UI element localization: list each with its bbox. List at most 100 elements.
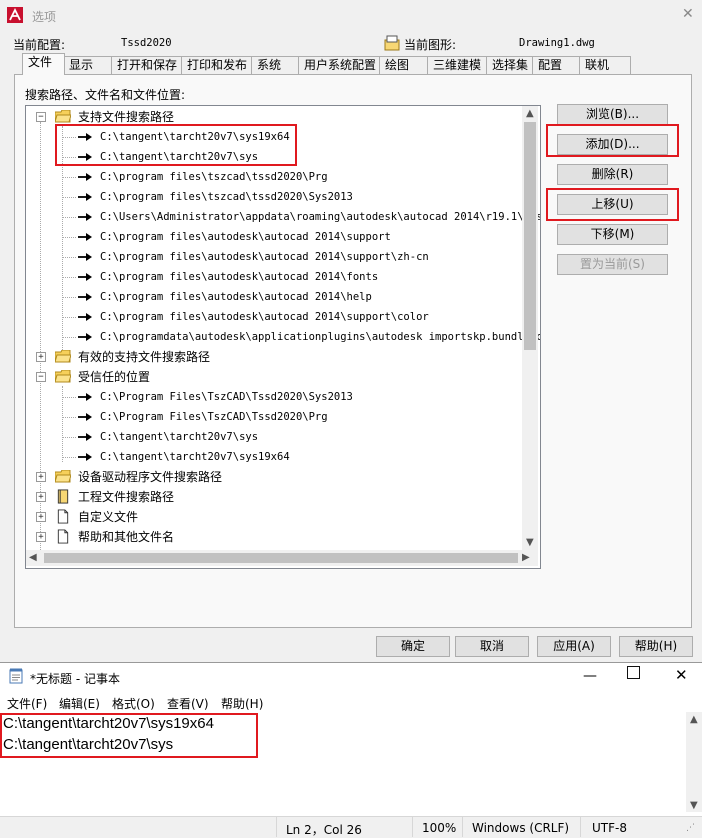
encoding: UTF-8	[592, 821, 627, 835]
expand-icon[interactable]: +	[36, 492, 46, 502]
menu-help[interactable]: 帮助(H)	[221, 695, 263, 712]
cursor-position: Ln 2，Col 26	[286, 823, 362, 837]
tree-path-item[interactable]: C:\program files\autodesk\autocad 2014\s…	[26, 227, 526, 247]
tree-path-item[interactable]: C:\program files\autodesk\autocad 2014\h…	[26, 287, 526, 307]
tree-label: 受信任的位置	[78, 370, 151, 384]
file-icon	[57, 509, 69, 524]
expand-icon[interactable]: +	[36, 472, 46, 482]
highlight-box-paths	[55, 124, 297, 166]
tree-path-item[interactable]: C:\tangent\tarcht20v7\sys	[26, 427, 526, 447]
menu-view[interactable]: 查看(V)	[167, 695, 209, 712]
scroll-down-arrow-icon[interactable]: ▼	[526, 537, 534, 548]
path-text: C:\program files\tszcad\tssd2020\Sys2013	[100, 191, 353, 203]
tree-path-item[interactable]: C:\program files\tszcad\tssd2020\Prg	[26, 167, 526, 187]
menu-format[interactable]: 格式(O)	[112, 695, 155, 712]
path-arrow-icon	[78, 213, 92, 221]
notepad-close-icon[interactable]: ✕	[675, 666, 688, 684]
tree-node-working-support[interactable]: + 有效的支持文件搜索路径	[26, 347, 526, 367]
tree-path-item[interactable]: C:\program files\tszcad\tssd2020\Sys2013	[26, 187, 526, 207]
tree-node-project[interactable]: + 工程文件搜索路径	[26, 487, 526, 507]
tree-vertical-scroll-thumb[interactable]	[524, 122, 536, 350]
move-down-button[interactable]: 下移(M)	[557, 224, 668, 245]
scroll-right-arrow-icon[interactable]: ▶	[522, 552, 530, 563]
folder-icon	[55, 370, 71, 383]
tree-path-item[interactable]: C:\program files\autodesk\autocad 2014\s…	[26, 307, 526, 327]
path-text: C:\program files\autodesk\autocad 2014\h…	[100, 291, 372, 303]
path-arrow-icon	[78, 453, 92, 461]
set-current-button[interactable]: 置为当前(S)	[557, 254, 668, 275]
tree-node-trusted[interactable]: − 受信任的位置	[26, 367, 526, 387]
tree-path-item[interactable]: C:\program files\autodesk\autocad 2014\s…	[26, 247, 526, 267]
tree-path-item[interactable]: C:\Program Files\TszCAD\Tssd2020\Sys2013	[26, 387, 526, 407]
tab-3d-modeling[interactable]: 三维建模	[427, 56, 491, 74]
minimize-icon[interactable]: —	[583, 668, 597, 684]
tree-node-device-driver[interactable]: + 设备驱动程序文件搜索路径	[26, 467, 526, 487]
tab-drafting[interactable]: 绘图	[379, 56, 429, 74]
path-text: C:\program files\tszcad\tssd2020\Prg	[100, 171, 328, 183]
tab-system[interactable]: 系统	[251, 56, 303, 74]
tab-open-save[interactable]: 打开和保存	[111, 56, 187, 74]
path-arrow-icon	[78, 313, 92, 321]
path-text: C:\Program Files\TszCAD\Tssd2020\Prg	[100, 411, 328, 423]
tab-files[interactable]: 文件	[22, 53, 65, 75]
expand-icon[interactable]: +	[36, 512, 46, 522]
collapse-icon[interactable]: −	[36, 112, 46, 122]
path-arrow-icon	[78, 253, 92, 261]
tab-online[interactable]: 联机	[579, 56, 631, 74]
highlight-box-notepad-text	[0, 713, 258, 758]
menu-file[interactable]: 文件(F)	[7, 695, 47, 712]
tree-path-item[interactable]: C:\tangent\tarcht20v7\sys19x64	[26, 447, 526, 467]
tree-horizontal-scroll-thumb[interactable]	[44, 553, 518, 563]
path-arrow-icon	[78, 273, 92, 281]
notepad-menubar	[0, 694, 702, 712]
folder-icon	[55, 470, 71, 483]
dialog-title: 选项	[32, 10, 57, 24]
folder-icon	[55, 350, 71, 363]
tree-label: 工程文件搜索路径	[78, 490, 175, 504]
tab-profiles[interactable]: 配置	[532, 56, 586, 74]
path-arrow-icon	[78, 413, 92, 421]
path-text: C:\programdata\autodesk\applicationplugi…	[100, 331, 541, 343]
help-button[interactable]: 帮助(H)	[619, 636, 693, 657]
line-ending: Windows (CRLF)	[472, 821, 570, 835]
tree-path-item[interactable]: C:\Users\Administrator\appdata\roaming\a…	[26, 207, 540, 227]
expand-icon[interactable]: +	[36, 352, 46, 362]
section-label: 搜索路径、文件名和文件位置:	[25, 88, 186, 102]
path-arrow-icon	[78, 333, 92, 341]
cancel-button[interactable]: 取消	[455, 636, 529, 657]
path-text: C:\program files\autodesk\autocad 2014\s…	[100, 311, 429, 323]
browse-button[interactable]: 浏览(B)...	[557, 104, 668, 125]
expand-icon[interactable]: +	[36, 532, 46, 542]
file-search-tree[interactable]: − 支持文件搜索路径 C:\tangent\tarcht20v7\sys19x6…	[25, 105, 541, 569]
zoom-level: 100%	[422, 821, 457, 835]
tree-path-item[interactable]: C:\program files\autodesk\autocad 2014\f…	[26, 267, 526, 287]
tree-node-custom[interactable]: + 自定义文件	[26, 507, 526, 527]
path-text: C:\Users\Administrator\appdata\roaming\a…	[100, 211, 541, 223]
tree-path-item[interactable]: C:\programdata\autodesk\applicationplugi…	[26, 327, 540, 347]
close-icon[interactable]: ✕	[682, 6, 694, 22]
current-drawing-label: 当前图形:	[404, 38, 457, 52]
menu-edit[interactable]: 编辑(E)	[59, 695, 100, 712]
maximize-icon[interactable]	[627, 666, 640, 679]
project-book-icon	[57, 489, 69, 504]
path-text: C:\program files\autodesk\autocad 2014\f…	[100, 271, 379, 283]
np-scroll-up-icon[interactable]: ▲	[690, 714, 698, 725]
current-profile-label: 当前配置:	[13, 38, 66, 52]
tree-node-help[interactable]: + 帮助和其他文件名	[26, 527, 526, 547]
tab-plot-publish[interactable]: 打印和发布	[181, 56, 257, 74]
collapse-icon[interactable]: −	[36, 372, 46, 382]
current-profile-value: Tssd2020	[121, 37, 172, 49]
resize-grip-icon[interactable]: ⋰	[686, 823, 695, 833]
path-arrow-icon	[78, 233, 92, 241]
scroll-up-arrow-icon[interactable]: ▲	[526, 108, 534, 119]
scroll-left-arrow-icon[interactable]: ◀	[29, 552, 37, 563]
apply-button[interactable]: 应用(A)	[537, 636, 611, 657]
tab-display[interactable]: 显示	[63, 56, 113, 74]
path-text: C:\program files\autodesk\autocad 2014\s…	[100, 251, 429, 263]
ok-button[interactable]: 确定	[376, 636, 450, 657]
path-text: C:\tangent\tarcht20v7\sys	[100, 431, 259, 443]
tree-path-item[interactable]: C:\Program Files\TszCAD\Tssd2020\Prg	[26, 407, 526, 427]
delete-button[interactable]: 删除(R)	[557, 164, 668, 185]
notepad-vertical-scrollbar[interactable]	[686, 712, 702, 812]
np-scroll-down-icon[interactable]: ▼	[690, 800, 698, 811]
